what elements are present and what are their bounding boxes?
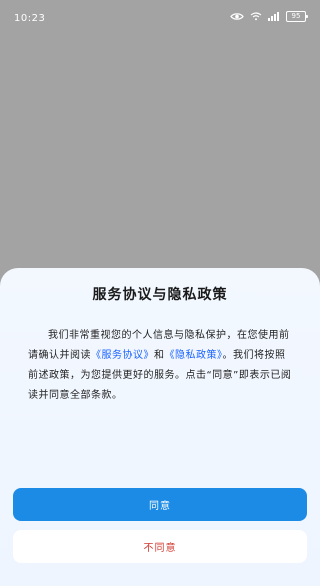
- disagree-button-label: 不同意: [143, 543, 177, 554]
- signal-icon: [268, 12, 279, 21]
- dialog-body: 我们非常重视您的个人信息与隐私保护，在您使用前请确认并阅读《服务协议》和《隐私政…: [28, 326, 292, 406]
- body-text-and: 和: [154, 350, 165, 361]
- agree-button[interactable]: 同意: [13, 488, 307, 521]
- dialog-title: 服务协议与隐私政策: [92, 287, 228, 303]
- battery-icon: 95: [286, 11, 308, 22]
- status-bar: 10:23 95: [0, 0, 320, 36]
- status-icons: 95: [230, 11, 308, 22]
- battery-level: 95: [291, 12, 301, 20]
- wifi-icon: [250, 12, 262, 21]
- service-agreement-link[interactable]: 《服务协议》: [91, 350, 154, 361]
- disagree-button[interactable]: 不同意: [13, 530, 307, 563]
- agree-button-label: 同意: [149, 501, 171, 512]
- eye-icon: [230, 13, 244, 20]
- privacy-policy-link[interactable]: 《隐私政策》: [165, 350, 223, 361]
- status-time: 10:23: [14, 13, 46, 24]
- agreement-sheet: 服务协议与隐私政策 我们非常重视您的个人信息与隐私保护，在您使用前请确认并阅读《…: [0, 268, 320, 586]
